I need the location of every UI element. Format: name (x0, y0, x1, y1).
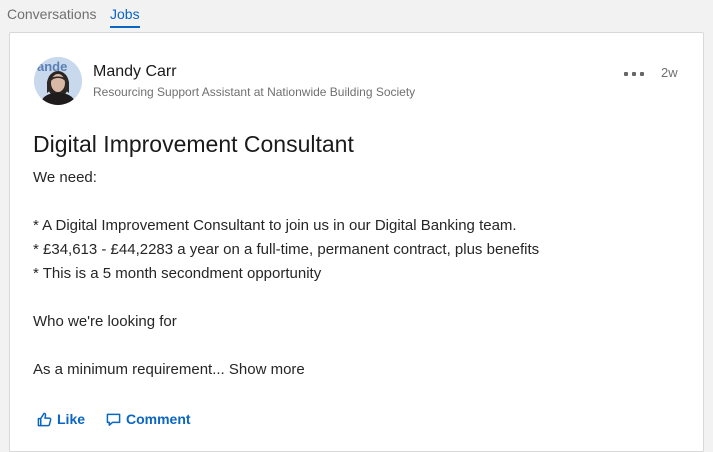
body-line: * A Digital Improvement Consultant to jo… (33, 217, 517, 234)
avatar-photo: ande (34, 57, 82, 105)
speech-bubble-icon (106, 413, 121, 426)
tab-jobs[interactable]: Jobs (110, 5, 140, 28)
body-line: * This is a 5 month secondment opportuni… (33, 265, 322, 282)
tab-bar: Conversations Jobs (0, 0, 713, 30)
body-line: We need: (33, 169, 97, 186)
body-line-truncated: As a minimum requirement... Show more (33, 360, 305, 380)
post-timestamp: 2w (661, 65, 678, 80)
like-label: Like (57, 411, 86, 427)
body-line: * £34,613 - £44,2283 a year on a full-ti… (33, 241, 540, 258)
body-truncated-text: As a minimum requirement... (33, 361, 225, 378)
svg-text:ande: ande (37, 59, 67, 74)
show-more-link[interactable]: Show more (229, 361, 305, 378)
author-headline: Resourcing Support Assistant at Nationwi… (93, 85, 416, 99)
tab-conversations[interactable]: Conversations (7, 5, 97, 23)
thumbs-up-icon (37, 412, 52, 427)
body-line: Who we're looking for (33, 313, 177, 330)
avatar[interactable]: ande (34, 57, 82, 105)
job-title[interactable]: Digital Improvement Consultant (33, 130, 354, 158)
comment-label: Comment (126, 411, 191, 427)
job-post-card: ande Mandy Carr Resourcing Support Assis… (9, 32, 704, 452)
author-name[interactable]: Mandy Carr (93, 62, 177, 82)
comment-button[interactable]: Comment (106, 409, 191, 429)
more-horizontal-icon[interactable] (624, 63, 646, 81)
like-button[interactable]: Like (37, 409, 85, 429)
